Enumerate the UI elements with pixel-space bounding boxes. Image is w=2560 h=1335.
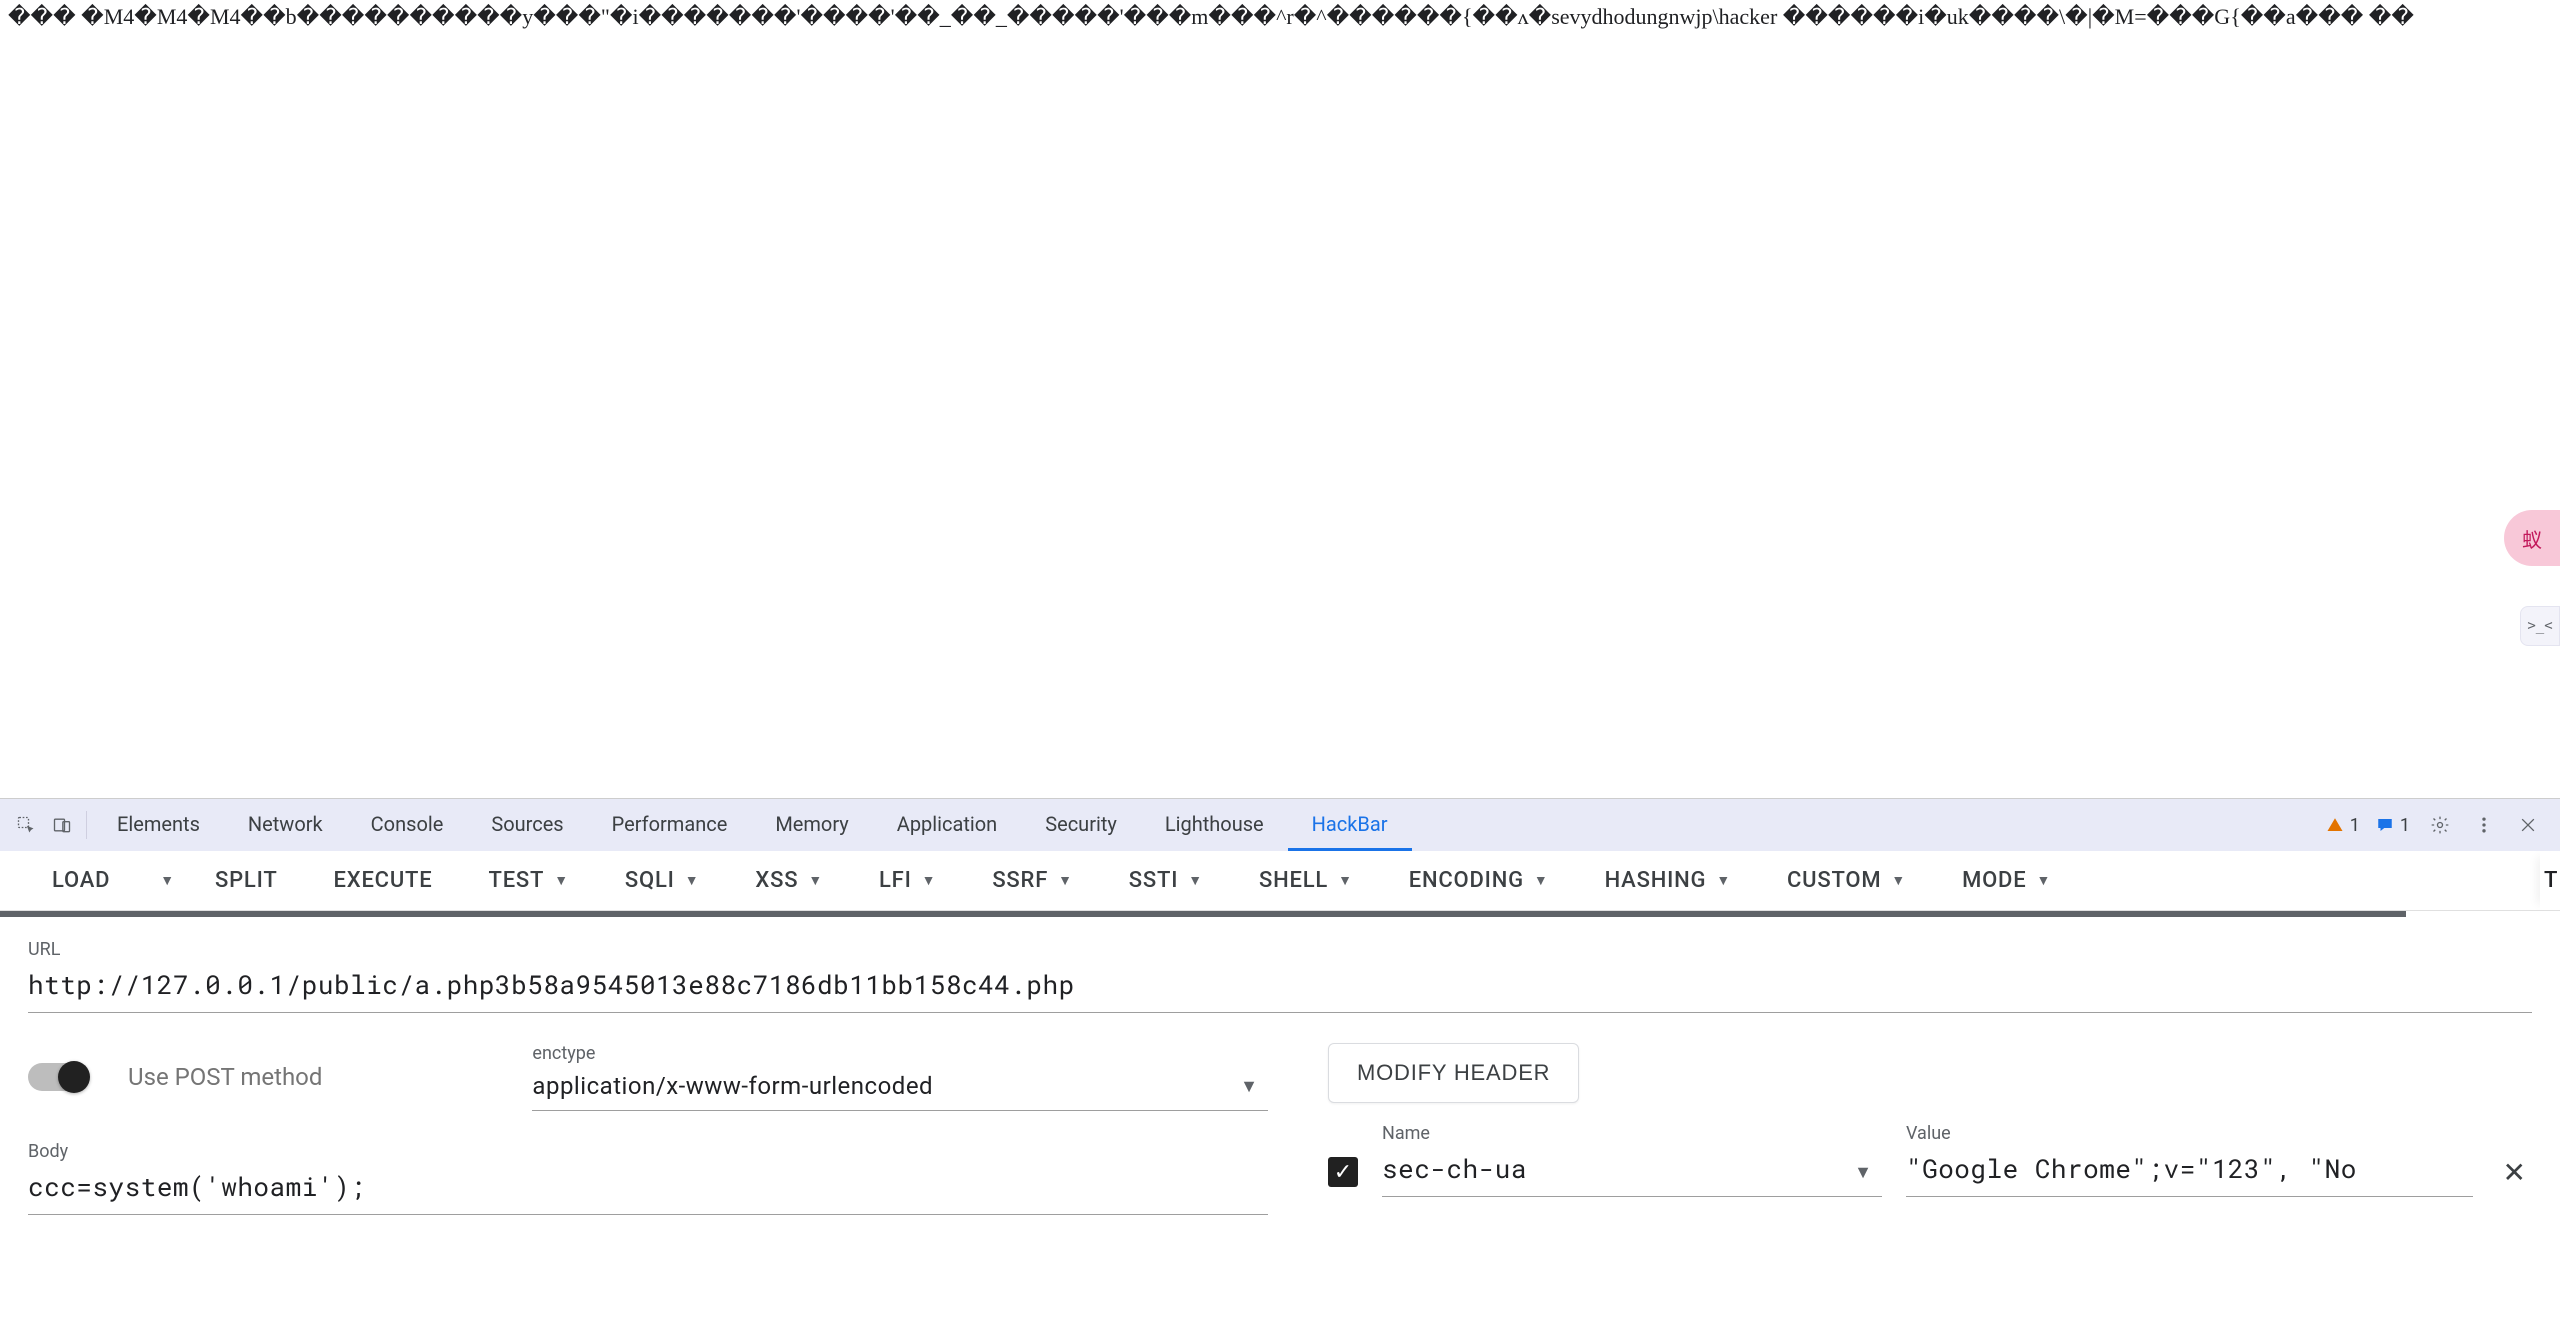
- chevron-down-icon: ▼: [2036, 872, 2051, 889]
- hackbar-btn-label: CUSTOM: [1787, 868, 1881, 893]
- hackbar-btn-label: SPLIT: [215, 868, 278, 893]
- hackbar-btn-label: SHELL: [1259, 868, 1328, 893]
- warnings-count: 1: [2350, 815, 2360, 836]
- hackbar-btn-lfi[interactable]: LFI ▼: [851, 851, 964, 911]
- device-toggle-icon[interactable]: [44, 807, 80, 843]
- chevron-down-icon: ▼: [1891, 872, 1906, 889]
- devtools-tab-elements[interactable]: Elements: [93, 799, 224, 851]
- more-icon[interactable]: [2466, 807, 2502, 843]
- hackbar-btn-split[interactable]: SPLIT: [187, 851, 306, 911]
- hackbar-btn-label: HASHING: [1605, 868, 1707, 893]
- hackbar-btn-load[interactable]: LOAD: [24, 851, 138, 911]
- hackbar-btn-test[interactable]: TEST ▼: [460, 851, 596, 911]
- hackbar-btn-label: MODE: [1962, 868, 2026, 893]
- chevron-down-icon: ▼: [1338, 872, 1353, 889]
- chevron-down-icon: ▼: [1058, 872, 1073, 889]
- hackbar-btn-xss[interactable]: XSS ▼: [727, 851, 851, 911]
- warnings-badge[interactable]: 1: [2322, 813, 2364, 838]
- remove-header-icon[interactable]: ✕: [2497, 1156, 2532, 1189]
- hackbar-btn-label: LOAD: [52, 868, 110, 893]
- hackbar-btn-shell[interactable]: SHELL ▼: [1231, 851, 1381, 911]
- hackbar-btn-label: TEST: [488, 868, 544, 893]
- hackbar-btn-mode[interactable]: MODE ▼: [1934, 851, 2079, 911]
- hackbar-btn-label: LFI: [879, 868, 912, 893]
- close-devtools-icon[interactable]: [2510, 807, 2546, 843]
- toolbar-overflow-char: T: [2544, 868, 2557, 893]
- devtools-tab-application[interactable]: Application: [873, 799, 1021, 851]
- header-value-input[interactable]: [1906, 1146, 2473, 1197]
- divider: [86, 811, 87, 839]
- chevron-down-icon: ▼: [1716, 872, 1731, 889]
- chevron-down-icon[interactable]: ▼: [1854, 1162, 1872, 1183]
- header-value-label: Value: [1906, 1123, 2473, 1144]
- devtools-tab-network[interactable]: Network: [224, 799, 347, 851]
- hackbar-btn-label: ENCODING: [1409, 868, 1524, 893]
- url-input[interactable]: [28, 962, 2532, 1013]
- devtools-tabbar: ElementsNetworkConsoleSourcesPerformance…: [0, 799, 2560, 851]
- page-garbage-text: ��� �M4�M4�M4��b����������y���"�i�������…: [0, 0, 2560, 34]
- chevron-down-icon: ▼: [1188, 872, 1203, 889]
- body-label: Body: [28, 1141, 1268, 1162]
- toolbar-overflow[interactable]: T: [2540, 851, 2560, 910]
- settings-icon[interactable]: [2422, 807, 2458, 843]
- header-enabled-checkbox[interactable]: ✓: [1328, 1157, 1358, 1187]
- hackbar-btn-label: XSS: [755, 868, 798, 893]
- header-name-input[interactable]: [1382, 1146, 1882, 1197]
- use-post-toggle[interactable]: [28, 1063, 88, 1091]
- chevron-down-icon: ▼: [554, 872, 569, 889]
- assistant-bubble[interactable]: 蚁: [2504, 510, 2560, 566]
- chevron-down-icon: ▼: [922, 872, 937, 889]
- hackbar-btn-hashing[interactable]: HASHING ▼: [1577, 851, 1759, 911]
- hackbar-btn-label: SQLI: [625, 868, 675, 893]
- chevron-down-icon: ▼: [808, 872, 823, 889]
- devtools-tab-security[interactable]: Security: [1021, 799, 1141, 851]
- chevron-down-icon[interactable]: ▼: [1240, 1076, 1258, 1097]
- hackbar-btn-encoding[interactable]: ENCODING ▼: [1381, 851, 1577, 911]
- hackbar-btn-label: SSRF: [992, 868, 1048, 893]
- hackbar-btn-ssti[interactable]: SSTI ▼: [1101, 851, 1231, 911]
- devtools-tab-performance[interactable]: Performance: [588, 799, 752, 851]
- hackbar-btn-label: SSTI: [1129, 868, 1178, 893]
- side-widget-icon: >_<: [2527, 618, 2552, 634]
- devtools-tab-memory[interactable]: Memory: [751, 799, 872, 851]
- devtools-tab-sources[interactable]: Sources: [467, 799, 587, 851]
- use-post-label: Use POST method: [128, 1063, 322, 1091]
- messages-count: 1: [2400, 815, 2410, 836]
- chevron-down-icon: ▼: [160, 872, 175, 889]
- enctype-select[interactable]: [532, 1066, 1268, 1111]
- devtools-tab-console[interactable]: Console: [347, 799, 468, 851]
- url-label: URL: [28, 939, 2532, 960]
- hackbar-btn-ssrf[interactable]: SSRF ▼: [964, 851, 1100, 911]
- messages-badge[interactable]: 1: [2372, 813, 2414, 838]
- hackbar-btn-custom[interactable]: CUSTOM ▼: [1759, 851, 1934, 911]
- hackbar-load-dropdown[interactable]: ▼: [138, 851, 187, 911]
- devtools-tab-hackbar[interactable]: HackBar: [1288, 799, 1412, 851]
- hackbar-btn-execute[interactable]: EXECUTE: [306, 851, 461, 911]
- modify-header-button[interactable]: MODIFY HEADER: [1328, 1043, 1579, 1103]
- hackbar-btn-sqli[interactable]: SQLI ▼: [597, 851, 727, 911]
- hackbar-panel: URL Use POST method enctype ▼ Body: [0, 917, 2560, 1237]
- assistant-bubble-icon: 蚁: [2522, 524, 2542, 553]
- side-widget[interactable]: >_<: [2520, 606, 2560, 646]
- hackbar-toolbar: LOAD ▼ SPLIT EXECUTE TEST ▼ SQLI ▼ XSS ▼ LFI ▼ SSRF ▼…: [0, 851, 2560, 911]
- devtools-tab-lighthouse[interactable]: Lighthouse: [1141, 799, 1288, 851]
- chevron-down-icon: ▼: [1534, 872, 1549, 889]
- chevron-down-icon: ▼: [685, 872, 700, 889]
- devtools-panel: ElementsNetworkConsoleSourcesPerformance…: [0, 798, 2560, 1237]
- inspect-element-icon[interactable]: [8, 807, 44, 843]
- header-name-label: Name: [1382, 1123, 1882, 1144]
- body-input[interactable]: [28, 1164, 1268, 1215]
- hackbar-btn-label: EXECUTE: [334, 868, 433, 893]
- enctype-label: enctype: [532, 1043, 1268, 1064]
